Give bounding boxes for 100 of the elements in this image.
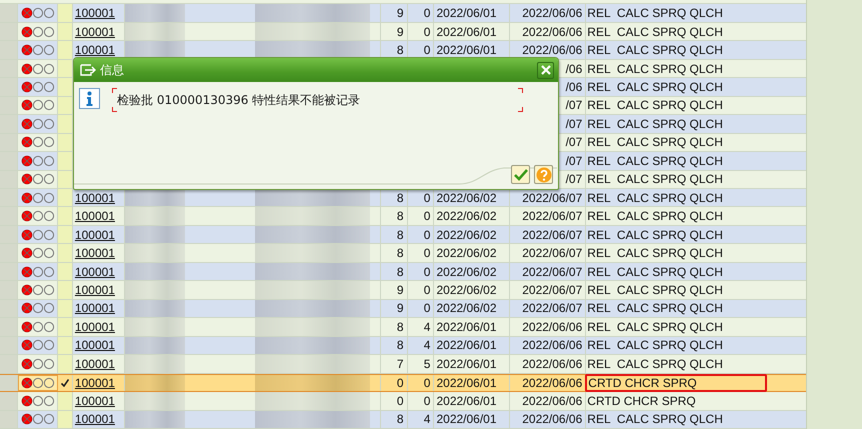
lot-link[interactable]: 100001: [74, 412, 115, 426]
row-selector[interactable]: [0, 189, 18, 206]
lot-link[interactable]: 100001: [74, 209, 115, 224]
table-cell: CRTD CHCR SPRQ: [587, 394, 696, 408]
blurred-text: [124, 207, 185, 225]
lot-link[interactable]: 100001: [74, 190, 115, 205]
lot-link[interactable]: 100001: [74, 394, 115, 408]
row-selector[interactable]: [0, 392, 18, 410]
lot-link[interactable]: 100001: [74, 6, 115, 20]
lot-link[interactable]: 100001: [74, 301, 115, 316]
lot-link[interactable]: 100001: [74, 264, 115, 279]
table-cell: 2022/06/02: [436, 228, 497, 242]
row-selector[interactable]: [0, 152, 18, 170]
table-cell: /07: [566, 154, 582, 168]
lot-link[interactable]: 100001: [74, 376, 115, 390]
row-selector[interactable]: [0, 170, 18, 188]
row-selector[interactable]: [0, 4, 18, 22]
help-button[interactable]: [534, 165, 553, 184]
row-selector[interactable]: [0, 22, 18, 40]
row-selector[interactable]: [0, 41, 18, 59]
table-cell: REL CALC SPRQ QLCH: [587, 80, 723, 94]
lot-link[interactable]: 100001: [74, 246, 115, 260]
table-cell: 2022/06/02: [436, 246, 497, 260]
traffic-light-icon: [20, 62, 55, 75]
row-selector[interactable]: [0, 226, 18, 244]
traffic-light-icon: [20, 210, 55, 222]
table-cell: 0: [424, 246, 430, 260]
traffic-light-icon: [20, 339, 55, 352]
row-selector[interactable]: [0, 336, 18, 354]
table-cell: 2022/06/02: [436, 264, 497, 279]
row-selector[interactable]: [0, 78, 18, 96]
row-selector[interactable]: [0, 281, 18, 299]
row-selector[interactable]: [0, 60, 18, 78]
table-cell: 0: [424, 228, 430, 242]
table-cell: 8: [396, 43, 404, 58]
row-selector[interactable]: [0, 300, 18, 318]
blurred-text: [124, 226, 185, 244]
traffic-light-icon: [20, 284, 55, 296]
row-selector[interactable]: [0, 374, 18, 392]
blurred-text: [124, 189, 185, 206]
traffic-light-icon: [20, 228, 55, 241]
table-cell: /07: [566, 116, 582, 131]
table-cell: REL CALC SPRQ QLCH: [587, 320, 723, 334]
check-icon: [60, 378, 69, 387]
row-selector[interactable]: [0, 355, 18, 373]
blurred-text: [124, 374, 185, 392]
lot-link[interactable]: 100001: [74, 228, 115, 242]
row-selector[interactable]: [0, 244, 18, 262]
table-cell: 2022/06/07: [522, 283, 582, 297]
traffic-light-icon: [20, 320, 55, 333]
table-cell: REL CALC SPRQ QLCH: [587, 301, 723, 316]
lot-link[interactable]: 100001: [74, 356, 115, 371]
blurred-text: [124, 318, 185, 336]
row-selector[interactable]: [0, 207, 18, 225]
table-cell: 2022/06/06: [522, 6, 582, 20]
table-cell: 2022/06/06: [522, 412, 582, 426]
table-cell: REL CALC SPRQ QLCH: [587, 172, 723, 186]
window-icon: [80, 64, 96, 76]
table-cell: 8: [396, 246, 404, 260]
blurred-text: [124, 262, 185, 280]
row-selector[interactable]: [0, 410, 18, 428]
lot-link[interactable]: 100001: [74, 283, 115, 297]
lot-link[interactable]: 100001: [74, 43, 115, 58]
table-cell: 2022/06/01: [436, 376, 497, 390]
table-cell: REL CALC SPRQ QLCH: [587, 154, 723, 168]
table-cell: 8: [396, 190, 404, 205]
row-selector[interactable]: [0, 318, 18, 336]
traffic-light-icon: [20, 247, 55, 260]
table-cell: REL CALC SPRQ QLCH: [587, 6, 723, 20]
table-cell: REL CALC SPRQ QLCH: [587, 246, 723, 260]
lot-link[interactable]: 100001: [74, 338, 115, 352]
table-cell: 2022/06/07: [522, 209, 582, 224]
row-selector[interactable]: [0, 134, 18, 152]
traffic-light-icon: [20, 192, 55, 204]
row-selector[interactable]: [0, 96, 18, 114]
blurred-text: [124, 392, 185, 410]
table-cell: 0: [424, 376, 430, 390]
table-cell: 9: [396, 24, 404, 39]
close-button[interactable]: [537, 62, 554, 78]
confirm-button[interactable]: [511, 165, 530, 184]
check-icon: [514, 168, 528, 180]
table-cell: 2022/06/07: [522, 301, 582, 316]
lot-link[interactable]: 100001: [74, 320, 115, 334]
table-cell: 8: [396, 209, 404, 224]
blurred-text: [124, 355, 185, 373]
lot-link[interactable]: 100001: [74, 24, 115, 39]
table-cell: 2022/06/07: [522, 228, 582, 242]
table-cell: REL CALC SPRQ QLCH: [587, 62, 723, 76]
table-cell: 0: [424, 6, 430, 20]
blurred-text: [124, 244, 185, 262]
row-selector[interactable]: [0, 115, 18, 133]
row-selector[interactable]: [0, 262, 18, 280]
table-cell: REL CALC SPRQ QLCH: [587, 209, 723, 224]
table-cell: REL CALC SPRQ QLCH: [587, 43, 723, 58]
table-cell: 2022/06/01: [436, 24, 497, 39]
traffic-light-icon: [20, 154, 55, 167]
table-cell: 2022/06/06: [522, 376, 582, 390]
table-cell: 2022/06/07: [522, 264, 582, 279]
table-cell: REL CALC SPRQ QLCH: [587, 98, 723, 112]
table-cell: 2022/06/06: [522, 394, 582, 408]
